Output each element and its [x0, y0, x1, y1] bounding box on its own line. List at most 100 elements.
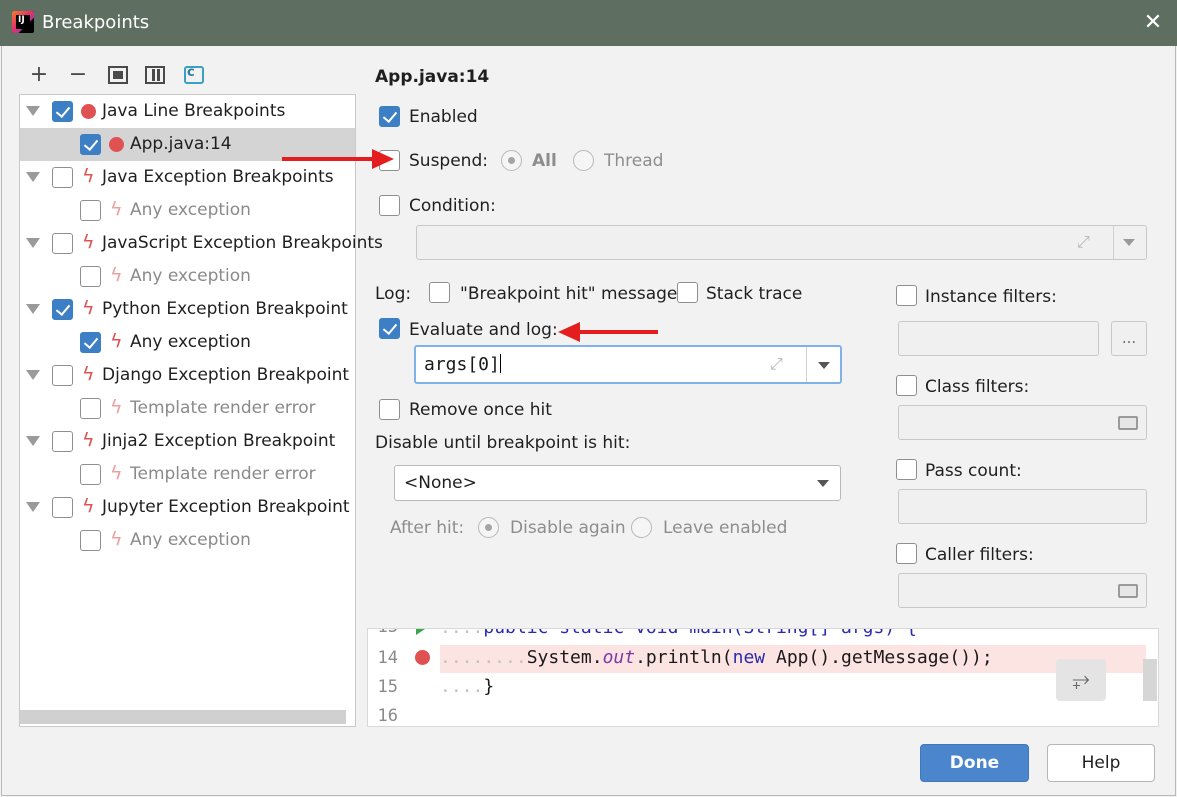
disable-until-select[interactable]: <None> [394, 465, 841, 501]
run-gutter-icon[interactable] [416, 629, 425, 635]
breakpoint-checkbox[interactable] [52, 365, 73, 386]
tree-item-label: Python Exception Breakpoint [102, 299, 348, 319]
log-message-checkbox[interactable] [429, 282, 450, 303]
expand-triangle-icon[interactable] [26, 502, 40, 512]
suspend-thread-radio[interactable] [573, 150, 594, 171]
breakpoint-checkbox[interactable] [80, 200, 101, 221]
stack-trace-checkbox[interactable] [677, 282, 698, 303]
tree-item-label: Any exception [130, 200, 251, 220]
breakpoint-checkbox[interactable] [52, 167, 73, 188]
expand-triangle-icon[interactable] [26, 304, 40, 314]
tree-item-label: Template render error [130, 398, 316, 418]
exception-bolt-icon: ϟ [110, 198, 123, 220]
tree-item-label: Java Line Breakpoints [102, 101, 286, 121]
breakpoint-checkbox[interactable] [80, 134, 101, 155]
pass-count-input[interactable] [898, 489, 1147, 524]
enabled-label: Enabled [409, 107, 478, 127]
close-icon[interactable]: ✕ [1138, 8, 1168, 38]
tree-item-row[interactable]: ϟ Any exception [20, 524, 355, 557]
code-vertical-scrollbar[interactable] [1143, 659, 1157, 701]
condition-input[interactable]: ⤢ [416, 225, 1147, 260]
tree-item-row[interactable]: ϟ Any exception [20, 326, 355, 359]
tree-item-row[interactable]: ϟ Any exception [20, 194, 355, 227]
breakpoint-checkbox[interactable] [52, 101, 73, 122]
done-button[interactable]: Done [920, 744, 1029, 782]
tree-item-row[interactable]: ϟ Template render error [20, 458, 355, 491]
folder-icon[interactable] [1118, 584, 1138, 598]
condition-checkbox[interactable] [379, 195, 400, 216]
exception-bolt-icon: ϟ [82, 297, 95, 319]
folder-icon[interactable] [1118, 416, 1138, 430]
breakpoint-checkbox[interactable] [52, 431, 73, 452]
pass-count-checkbox[interactable] [896, 459, 917, 480]
disable-again-radio[interactable] [478, 517, 499, 538]
tree-group-row[interactable]: ϟ Java Exception Breakpoints [20, 161, 355, 194]
exception-bolt-icon: ϟ [110, 528, 123, 550]
breakpoint-checkbox[interactable] [80, 332, 101, 353]
leave-enabled-radio[interactable] [631, 517, 652, 538]
evaluate-log-label: Evaluate and log: [409, 320, 558, 340]
remove-once-checkbox[interactable] [379, 399, 400, 420]
expand-icon[interactable]: ⤢ [770, 354, 783, 374]
group-by-file-icon[interactable] [108, 66, 128, 84]
add-icon[interactable]: + [28, 62, 50, 88]
chevron-down-icon[interactable] [818, 362, 830, 369]
leave-enabled-label: Leave enabled [663, 518, 788, 538]
chevron-down-icon[interactable] [817, 480, 829, 487]
breakpoint-checkbox[interactable] [52, 233, 73, 254]
tree-item-row[interactable]: ϟ Template render error [20, 392, 355, 425]
breakpoint-checkbox[interactable] [52, 299, 73, 320]
tree-item-label: Template render error [130, 464, 316, 484]
breakpoint-tree[interactable]: Java Line Breakpoints App.java:14 ϟ Java Ex… [19, 94, 383, 727]
instance-filters-input[interactable] [898, 321, 1099, 356]
chevron-down-icon[interactable] [1123, 239, 1135, 246]
class-filters-checkbox[interactable] [896, 375, 917, 396]
group-by-class-icon[interactable]: c [184, 65, 204, 84]
remove-icon[interactable]: − [67, 62, 89, 88]
code-preview: 13 ....public static void main(String[] … [367, 628, 1159, 727]
expand-triangle-icon[interactable] [26, 172, 40, 182]
expand-triangle-icon[interactable] [26, 370, 40, 380]
tree-group-row[interactable]: Java Line Breakpoints [20, 95, 355, 128]
remove-once-label: Remove once hit [409, 400, 552, 420]
tree-group-row[interactable]: ϟ Jupyter Exception Breakpoint [20, 491, 355, 524]
tree-horizontal-scrollbar[interactable] [20, 710, 346, 724]
tree-group-row[interactable]: ϟ Python Exception Breakpoint [20, 293, 355, 326]
suspend-all-radio[interactable] [501, 150, 522, 171]
evaluate-log-checkbox[interactable] [379, 318, 400, 339]
caller-filters-label: Caller filters: [925, 545, 1034, 565]
expand-triangle-icon[interactable] [26, 436, 40, 446]
tree-group-row[interactable]: ϟ Jinja2 Exception Breakpoint [20, 425, 355, 458]
instance-filters-more-button[interactable]: ... [1111, 321, 1147, 356]
breakpoint-checkbox[interactable] [80, 266, 101, 287]
title-bar: IJ Breakpoints ✕ [0, 0, 1177, 46]
breakpoint-checkbox[interactable] [52, 497, 73, 518]
tree-group-row[interactable]: ϟ JavaScript Exception Breakpoints [20, 227, 383, 260]
breakpoint-checkbox[interactable] [80, 398, 101, 419]
exception-bolt-icon: ϟ [110, 330, 123, 352]
class-filters-input[interactable] [898, 405, 1147, 440]
class-filters-label: Class filters: [925, 377, 1030, 397]
enabled-checkbox[interactable] [379, 106, 400, 127]
log-label: Log: [375, 284, 412, 304]
group-by-package-icon[interactable] [145, 66, 165, 84]
tree-item-row[interactable]: ϟ Any exception [20, 260, 355, 293]
breakpoint-icon[interactable] [415, 650, 430, 665]
expand-triangle-icon[interactable] [26, 106, 40, 116]
breakpoint-checkbox[interactable] [80, 464, 101, 485]
evaluate-log-input[interactable]: args[0] ⤢ [414, 345, 842, 384]
evaluate-log-value: args[0] [424, 354, 501, 375]
help-button[interactable]: Help [1047, 744, 1155, 782]
breakpoint-dot-icon [81, 104, 96, 119]
exception-bolt-icon: ϟ [110, 462, 123, 484]
caller-filters-checkbox[interactable] [896, 543, 917, 564]
exception-bolt-icon: ϟ [82, 363, 95, 385]
breakpoint-checkbox[interactable] [80, 530, 101, 551]
expand-triangle-icon[interactable] [26, 238, 40, 248]
caller-filters-input[interactable] [898, 573, 1147, 608]
instance-filters-label: Instance filters: [925, 287, 1057, 307]
tree-group-row[interactable]: ϟ Django Exception Breakpoint [20, 359, 355, 392]
soft-wrap-icon[interactable]: ⥅ [1056, 659, 1106, 701]
expand-icon[interactable]: ⤢ [1077, 232, 1090, 252]
instance-filters-checkbox[interactable] [896, 285, 917, 306]
